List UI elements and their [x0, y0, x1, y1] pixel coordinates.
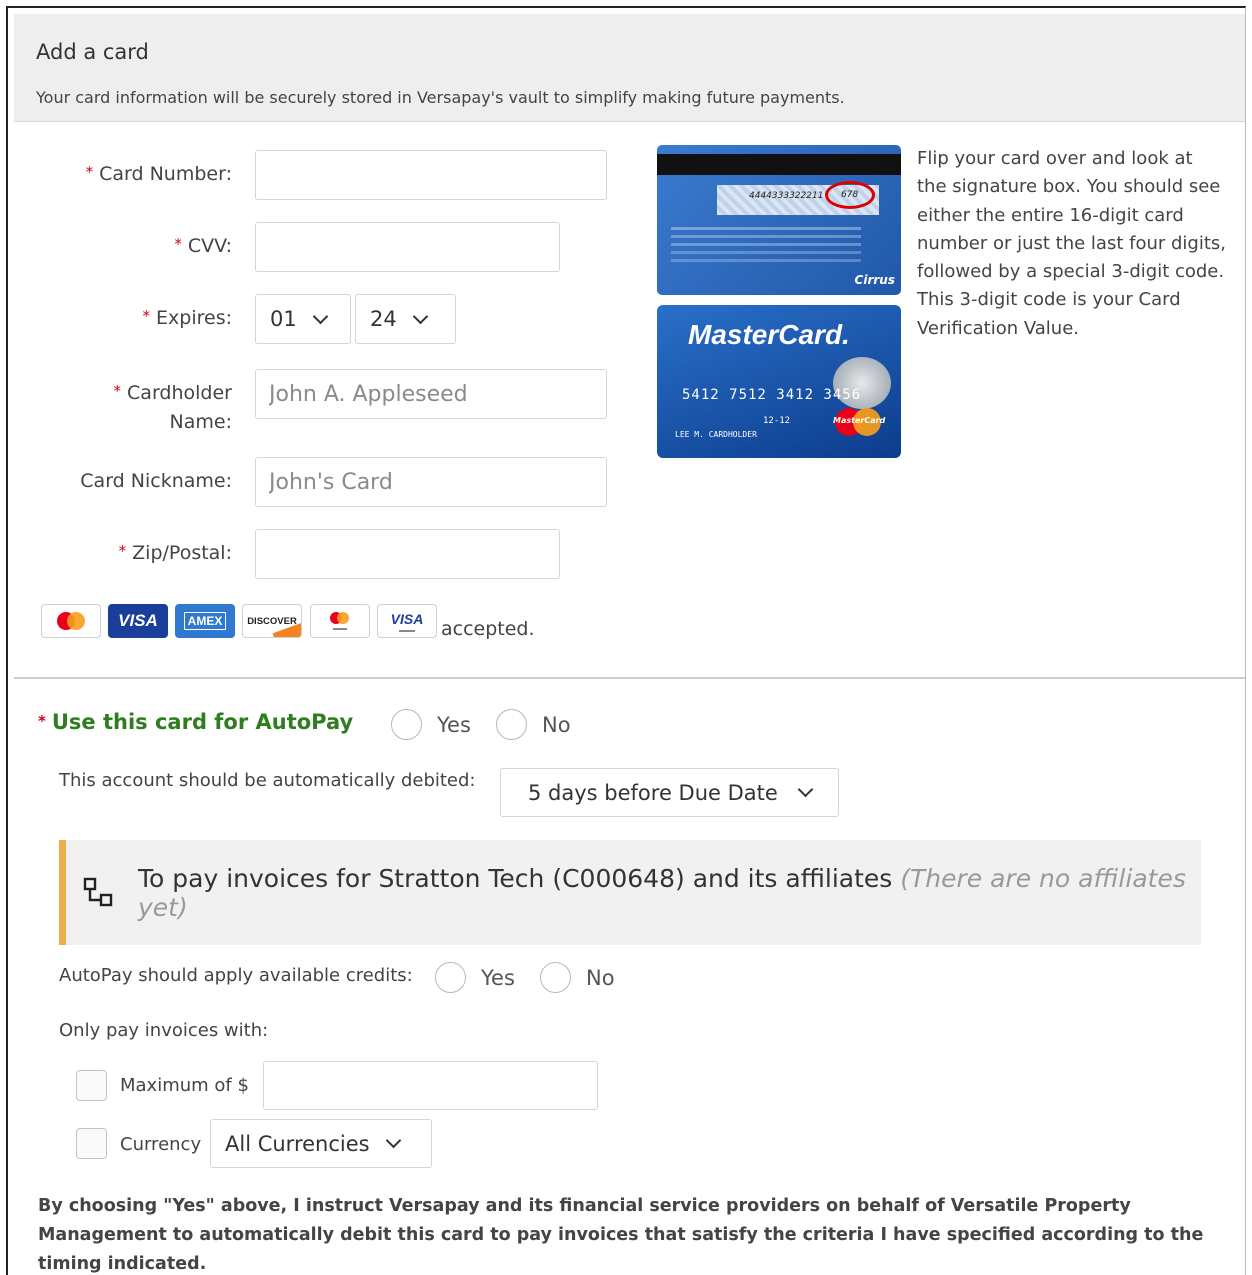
only-pay-label: Only pay invoices with: [59, 1020, 269, 1041]
card-number-label: * Card Number: [85, 163, 232, 185]
mastercard-logo-icon [41, 604, 101, 638]
currency-select[interactable]: All Currencies [210, 1119, 432, 1168]
cvv-label: * CVV: [174, 235, 232, 257]
expires-year-select[interactable]: 24 [355, 294, 456, 344]
credits-no-label: No [586, 966, 615, 990]
card-back-image: 4444333322211 678 Cirrus [657, 145, 901, 295]
hierarchy-icon [83, 877, 113, 907]
autopay-yes-radio[interactable] [391, 709, 422, 740]
chevron-down-icon [385, 1132, 401, 1149]
debit-timing-select[interactable]: 5 days before Due Date [500, 768, 839, 817]
card-nickname-label: Card Nickname: [80, 470, 232, 492]
currency-checkbox[interactable] [76, 1128, 107, 1159]
credits-yes-radio[interactable] [435, 962, 466, 993]
expires-month-select[interactable]: 01 [255, 294, 351, 344]
card-number-input[interactable] [255, 150, 607, 200]
cvv-help-text: Flip your card over and look at the sign… [917, 148, 1227, 339]
required-mark: * [113, 382, 122, 400]
page-title: Add a card [36, 40, 149, 64]
chevron-down-icon [412, 308, 429, 324]
debit-timing-label: This account should be automatically deb… [59, 770, 476, 791]
required-mark: * [85, 163, 94, 181]
visa-debit-logo-icon: VISA [377, 604, 437, 638]
currency-value: All Currencies [225, 1131, 370, 1156]
autopay-no-radio[interactable] [496, 709, 527, 740]
autopay-title: * Use this card for AutoPay [38, 710, 354, 734]
zip-input[interactable] [255, 529, 560, 579]
amex-logo-icon: AMEX [175, 604, 235, 638]
zip-label: * Zip/Postal: [118, 542, 232, 564]
visa-logo-icon: VISA [108, 604, 168, 638]
credits-no-radio[interactable] [540, 962, 571, 993]
cvv-input[interactable] [255, 222, 560, 272]
required-mark: * [38, 712, 46, 730]
cardholder-label: * Cardholder Name: [113, 382, 232, 433]
apply-credits-label: AutoPay should apply available credits: [59, 965, 413, 986]
autopay-legal-text: By choosing "Yes" above, I instruct Vers… [38, 1196, 1204, 1274]
expires-label: * Expires: [142, 307, 232, 329]
credits-yes-label: Yes [481, 966, 515, 990]
debit-timing-value: 5 days before Due Date [528, 780, 778, 805]
maximum-amount-input[interactable] [263, 1061, 598, 1110]
card-front-image: MasterCard. 5412 7512 3412 3456 12-12 LE… [657, 305, 901, 458]
required-mark: * [142, 307, 151, 325]
cardholder-name-input[interactable] [255, 369, 607, 419]
discover-logo-icon: DISCOVER [242, 604, 302, 638]
chevron-down-icon [312, 308, 329, 324]
page-subtitle: Your card information will be securely s… [36, 88, 845, 107]
affiliates-notice: To pay invoices for Stratton Tech (C0006… [59, 840, 1201, 945]
card-nickname-input[interactable] [255, 457, 607, 507]
expires-year-value: 24 [370, 307, 397, 331]
accepted-text: accepted. [441, 618, 535, 640]
required-mark: * [174, 235, 182, 253]
required-mark: * [118, 542, 127, 560]
maximum-label: Maximum of $ [120, 1075, 249, 1096]
currency-label: Currency [120, 1134, 202, 1155]
autopay-yes-label: Yes [437, 713, 471, 737]
mastercard-debit-logo-icon [310, 604, 370, 638]
affiliates-notice-text: To pay invoices for Stratton Tech (C0006… [138, 864, 1186, 922]
maximum-checkbox[interactable] [76, 1070, 107, 1101]
section-divider [14, 677, 1245, 679]
autopay-no-label: No [542, 713, 571, 737]
expires-month-value: 01 [270, 307, 297, 331]
dialog-header: Add a card Your card information will be… [14, 14, 1245, 122]
chevron-down-icon [797, 781, 814, 798]
